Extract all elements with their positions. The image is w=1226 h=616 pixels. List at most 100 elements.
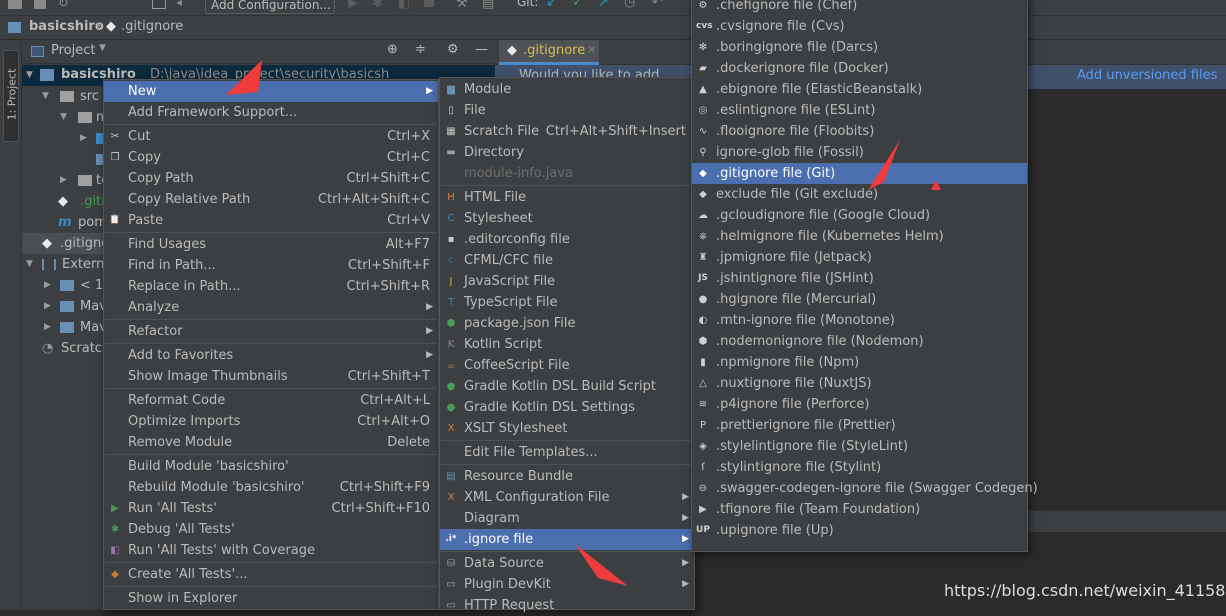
git-commit-icon[interactable]: ✓ [572,0,583,10]
ctx-item-copy-relative-path[interactable]: Copy Relative Path Ctrl+Alt+Shift+C [104,189,438,210]
chevron-right-icon[interactable]: ▶ [80,128,87,149]
chevron-right-icon[interactable]: ▶ [44,275,51,296]
ignore-item-stylelintignore-file-stylelint[interactable]: ◈ .stylelintignore file (StyleLint) [692,436,1027,457]
tree-item-pom[interactable]: m pom [22,212,107,233]
ctx-item-build-module-basicshiro[interactable]: Build Module 'basicshiro' [104,456,438,477]
ignore-item-nodemonignore-file-nodemon[interactable]: ⬢ .nodemonignore file (Nodemon) [692,331,1027,352]
ignore-item-dockerignore-file-docker[interactable]: ▰ .dockerignore file (Docker) [692,58,1027,79]
ignore-item-p4ignore-file-perforce[interactable]: ≋ .p4ignore file (Perforce) [692,394,1027,415]
ctx-item-rebuild-module-basicshiro[interactable]: Rebuild Module 'basicshiro' Ctrl+Shift+F9 [104,477,438,498]
new-item-coffeescript-file[interactable]: ☕ CoffeeScript File [440,355,694,376]
new-item-editorconfig-file[interactable]: ▪ .editorconfig file [440,229,694,250]
new-item-file[interactable]: ▯ File [440,100,694,121]
tree-item-gitignore[interactable]: ◆ .gitigno [22,233,104,254]
tree-item-maven-2[interactable]: ▶ Mav [22,317,107,338]
ctx-item-remove-module[interactable]: Remove Module Delete [104,432,438,453]
stop-icon[interactable] [424,0,434,7]
ignore-item-stylintignore-file-stylint[interactable]: ſ .stylintignore file (Stylint) [692,457,1027,478]
project-tool-tab[interactable]: 1: Project [3,50,19,142]
chevron-down-icon[interactable]: ▼ [99,43,106,53]
ignore-item-boringignore-file-darcs[interactable]: ✻ .boringignore file (Darcs) [692,37,1027,58]
new-item-plugin-devkit[interactable]: ▭ Plugin DevKit ▶ [440,574,694,595]
ctx-item-add-framework-support[interactable]: Add Framework Support... [104,102,438,123]
ignore-item-hgignore-file-mercurial[interactable]: ● .hgignore file (Mercurial) [692,289,1027,310]
ignore-item-ignore-glob-file-fossil[interactable]: ⚲ ignore-glob file (Fossil) [692,142,1027,163]
add-configuration-button[interactable]: Add Configuration... [205,0,335,14]
ctx-item-run-all-tests[interactable]: ▶ Run 'All Tests' Ctrl+Shift+F10 [104,498,438,519]
new-item-kotlin-script[interactable]: K Kotlin Script [440,334,694,355]
tree-item-resources[interactable] [22,149,104,170]
build-icon[interactable]: ⚒ [456,0,468,11]
ctx-item-replace-in-path[interactable]: Replace in Path... Ctrl+Shift+R [104,276,438,297]
ctx-item-refactor[interactable]: Refactor ▶ [104,321,438,342]
chevron-down-icon[interactable]: ▼ [26,70,33,80]
ignore-item-jpmignore-file-jetpack[interactable]: ♜ .jpmignore file (Jetpack) [692,247,1027,268]
tree-item-test[interactable]: ▶ te [22,170,109,191]
ignore-item-cvsignore-file-cvs[interactable]: cvs .cvsignore file (Cvs) [692,16,1027,37]
locate-icon[interactable]: ⊕ [387,42,398,57]
new-item-module[interactable]: ▆ Module [440,79,694,100]
new-item-http-request[interactable]: ▭ HTTP Request [440,595,694,616]
ctx-item-analyze[interactable]: Analyze ▶ [104,297,438,318]
tree-item-src[interactable]: ▼ src [22,86,104,107]
ignore-item-jshintignore-file-jshint[interactable]: JS .jshintignore file (JSHint) [692,268,1027,289]
back-icon[interactable]: ◂ [176,0,182,9]
ctx-item-new[interactable]: New ▶ [104,81,438,102]
git-push-icon[interactable]: ↗ [598,0,609,10]
folder-icon[interactable] [8,0,22,9]
new-item-package-json-file[interactable]: ⬢ package.json File [440,313,694,334]
chevron-right-icon[interactable]: ▶ [44,296,51,317]
breadcrumb-project[interactable]: basicshiro [29,19,104,34]
chevron-down-icon[interactable]: ▼ [60,107,67,128]
breadcrumb-file[interactable]: .gitignore [121,19,183,34]
tree-item-java[interactable]: ▶ [22,128,104,149]
new-item-xml-configuration-file[interactable]: X XML Configuration File ▶ [440,487,694,508]
save-icon[interactable] [34,0,46,9]
ignore-item-ebignore-file-elasticbeanstalk[interactable]: ▲ .ebignore file (ElasticBeanstalk) [692,79,1027,100]
ignore-item-npmignore-file-npm[interactable]: ▮ .npmignore file (Npm) [692,352,1027,373]
ignore-item-swagger-codegen-ignore-file-swagger-codegen[interactable]: ⊖ .swagger-codegen-ignore file (Swagger C… [692,478,1038,499]
ctx-item-copy-path[interactable]: Copy Path Ctrl+Shift+C [104,168,438,189]
ctx-item-find-usages[interactable]: Find Usages Alt+F7 [104,234,438,255]
tree-item-gitignore-inner[interactable]: ◆ .gitig [22,191,104,212]
new-item-diagram[interactable]: Diagram ▶ [440,508,694,529]
ctx-item-debug-all-tests[interactable]: ✱ Debug 'All Tests' [104,519,438,540]
chevron-right-icon[interactable]: ▶ [44,317,51,338]
git-update-icon[interactable]: ↙ [546,0,557,10]
window-icon[interactable] [152,0,166,9]
ignore-item-gcloudignore-file-google-cloud[interactable]: ☁ .gcloudignore file (Google Cloud) [692,205,1027,226]
rollback-icon[interactable]: ↶ [652,0,663,10]
ignore-item-flooignore-file-floobits[interactable]: ∿ .flooignore file (Floobits) [692,121,1027,142]
ctx-item-run-all-tests-with-coverage[interactable]: ◧ Run 'All Tests' with Coverage [104,540,438,561]
ctx-item-find-in-path[interactable]: Find in Path... Ctrl+Shift+F [104,255,438,276]
new-item-javascript-file[interactable]: J JavaScript File [440,271,694,292]
ignore-item-gitignore-file-git[interactable]: ◆ .gitignore file (Git) [692,163,1027,184]
new-item-directory[interactable]: ▬ Directory [440,142,694,163]
ctx-item-add-to-favorites[interactable]: Add to Favorites ▶ [104,345,438,366]
structure-icon[interactable]: ▤ [482,0,494,11]
project-view-title[interactable]: Project [51,43,95,58]
coverage-icon[interactable]: ◧ [398,0,410,11]
ctx-item-paste[interactable]: 📋 Paste Ctrl+V [104,210,438,231]
ignore-item-tfignore-file-team-foundation[interactable]: ▶ .tfignore file (Team Foundation) [692,499,1027,520]
minimize-icon[interactable]: — [475,42,488,57]
tree-item-external-libraries[interactable]: ▼ Externa [22,254,104,275]
chevron-down-icon[interactable]: ▼ [42,86,49,107]
ignore-item-chefignore-file-chef[interactable]: ⚙ .chefignore file (Chef) [692,0,1027,16]
ctx-item-create-all-tests[interactable]: ◆ Create 'All Tests'... [104,564,438,585]
chevron-right-icon[interactable]: ▶ [60,170,67,191]
ctx-item-show-in-explorer[interactable]: Show in Explorer [104,588,438,609]
new-item-gradle-kotlin-dsl-build-script[interactable]: ● Gradle Kotlin DSL Build Script [440,376,694,397]
new-item-gradle-kotlin-dsl-settings[interactable]: ● Gradle Kotlin DSL Settings [440,397,694,418]
tree-item-jdk[interactable]: ▶ < 1. [22,275,107,296]
tree-item-main[interactable]: ▼ m [22,107,109,128]
ignore-item-mtn-ignore-file-monotone[interactable]: ◐ .mtn-ignore file (Monotone) [692,310,1027,331]
new-item-module-info-java[interactable]: module-info.java [440,163,694,184]
tree-item-scratches[interactable]: ◔ Scratch [22,338,110,359]
new-item-data-source[interactable]: ⛁ Data Source ▶ [440,553,694,574]
sync-icon[interactable]: ↻ [58,0,69,11]
add-unversioned-link[interactable]: Add unversioned files [1077,68,1217,83]
ignore-item-eslintignore-file-eslint[interactable]: ◎ .eslintignore file (ESLint) [692,100,1027,121]
ctx-item-show-image-thumbnails[interactable]: Show Image Thumbnails Ctrl+Shift+T [104,366,438,387]
ignore-item-prettierignore-file-prettier[interactable]: P .prettierignore file (Prettier) [692,415,1027,436]
